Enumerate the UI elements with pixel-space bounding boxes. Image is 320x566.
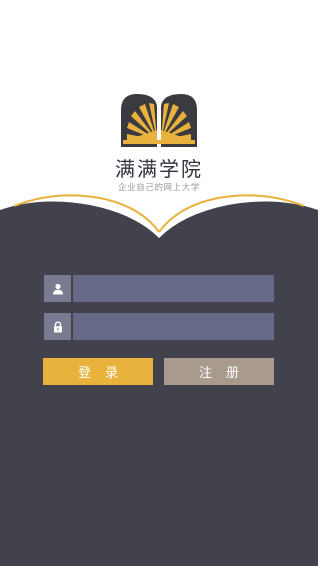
password-input[interactable]	[73, 313, 274, 340]
book-logo-icon	[121, 94, 197, 147]
app-slogan: 企业自己的网上大学	[118, 183, 200, 193]
login-button[interactable]: 登录	[43, 358, 153, 385]
username-input[interactable]	[73, 275, 274, 302]
user-icon	[44, 275, 71, 302]
lock-icon	[44, 313, 71, 340]
login-screen: 满满学院 企业自己的网上大学 登录 注册	[0, 0, 318, 566]
password-field	[44, 313, 274, 340]
register-button[interactable]: 注册	[164, 358, 274, 385]
app-title: 满满学院	[115, 157, 203, 181]
username-field	[44, 275, 274, 302]
